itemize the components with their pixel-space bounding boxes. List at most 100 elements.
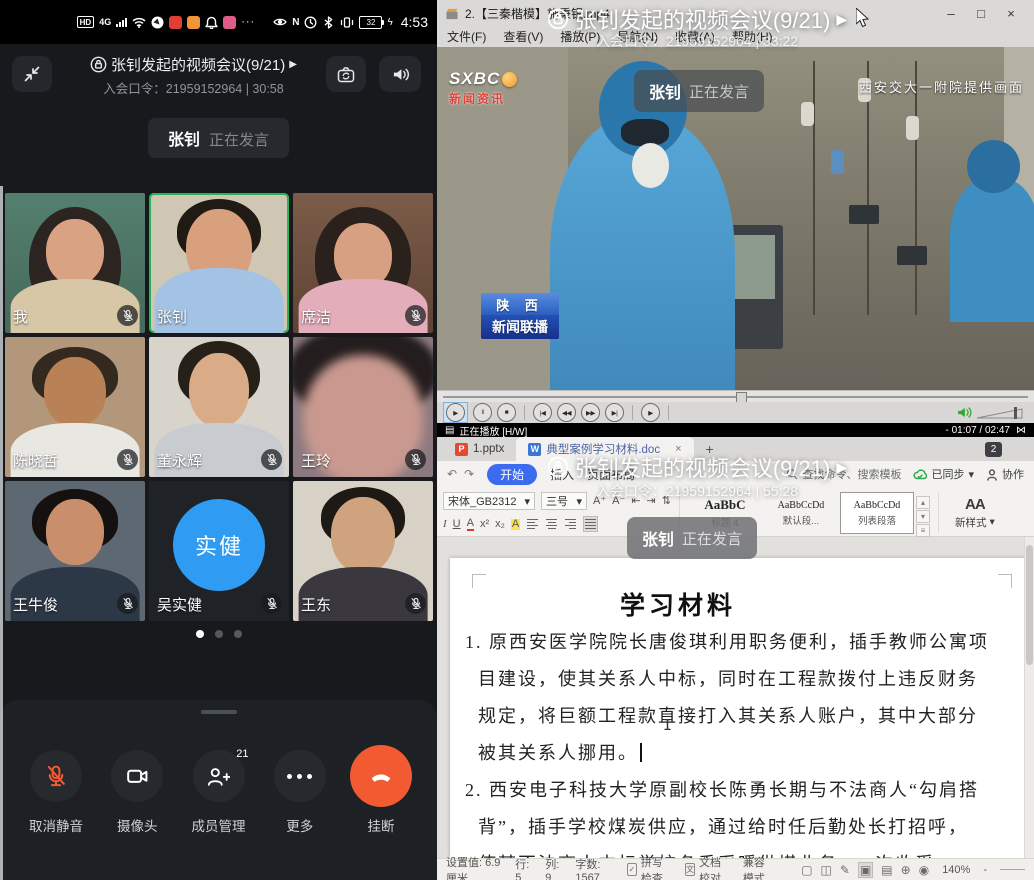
previous-button[interactable]: |◀ <box>533 403 552 422</box>
unmute-button[interactable]: 取消静音 <box>20 750 92 835</box>
scene-iv-bag-shape <box>801 102 814 126</box>
text-caret <box>640 743 642 762</box>
bell-icon <box>205 16 218 29</box>
proofread-button[interactable]: 文 文档校对 <box>685 854 730 880</box>
zoom-level[interactable]: 140% <box>942 864 970 876</box>
participant-tile[interactable]: 我 <box>5 193 145 333</box>
zoom-slider[interactable] <box>1000 869 1025 870</box>
participant-tile-speaking[interactable]: 张钊 <box>149 193 289 333</box>
active-speaker-banner: 张钊 正在发言 <box>634 70 764 112</box>
underline-button[interactable]: U <box>453 519 461 530</box>
column-indicator: 列: 9 <box>545 856 562 880</box>
forward-button[interactable]: ▶▶ <box>581 403 600 422</box>
window-count-badge[interactable]: 2 <box>985 442 1002 457</box>
participant-tile[interactable]: 陈晓哲 <box>5 337 145 477</box>
scrollbar-thumb[interactable] <box>1026 545 1033 665</box>
participant-tile[interactable]: 董永辉 <box>149 337 289 477</box>
scene-pump-shape <box>849 205 879 224</box>
members-button[interactable]: 21 成员管理 <box>183 750 255 835</box>
document-body[interactable]: 1. 原西安医学院院长唐俊琪利用职务便利，插手教师公寓项 目建设，使其关系人中标… <box>465 624 1019 858</box>
new-style-label: 新样式 <box>955 515 987 530</box>
mic-muted-icon <box>405 593 426 614</box>
align-right-button[interactable] <box>564 517 577 531</box>
page-view-icon-active[interactable]: ▣ <box>858 862 873 878</box>
spell-check-label: 拼写检查 <box>641 854 672 880</box>
meeting-passcode: 入会口令：21959152964 | 30:58 <box>60 78 327 97</box>
battery-icon: 32 <box>359 16 382 29</box>
channel-name-bottom: 新闻联播 <box>481 315 559 339</box>
hangup-label: 挂断 <box>368 815 395 835</box>
speaker-output-button[interactable] <box>379 56 421 92</box>
speaker-name: 张钊 <box>642 526 674 550</box>
participant-tile[interactable]: 席洁 <box>293 193 433 333</box>
participant-tile[interactable]: 王牛俊 <box>5 481 145 621</box>
meeting-title: 张钊发起的视频会议(9/21) <box>575 451 830 483</box>
video-viewport[interactable]: SXBC 新闻资讯 西安交大一附院提供画面 张钊 正在发言 陕 西 新闻联播 <box>437 47 1034 390</box>
camera-button[interactable]: 摄像头 <box>101 750 173 835</box>
two-page-view-icon[interactable]: ◫ <box>821 863 832 877</box>
hangup-button[interactable]: 挂断 <box>345 750 417 835</box>
expand-arrow-icon[interactable]: ▶ <box>289 59 297 70</box>
align-left-button[interactable] <box>526 517 539 531</box>
speaker-name: 张钊 <box>649 79 681 103</box>
gallery-expand-icon[interactable]: ≡ <box>916 524 930 537</box>
word-count[interactable]: 字数: 1567 <box>575 856 614 880</box>
eye-protect-icon[interactable]: ◉ <box>919 863 929 877</box>
minimize-meeting-button[interactable] <box>12 56 52 92</box>
play-button-active[interactable]: ▶ <box>443 402 468 423</box>
spell-check-button[interactable]: ✓ 拼写检查 <box>627 854 672 880</box>
window-maximize-button[interactable]: □ <box>966 6 996 21</box>
wps-office-window: P 1.pptx W 典型案例学习材料.doc × + 2 ↶ ↷ 开始 插入 … <box>437 437 1034 880</box>
outline-view-icon[interactable]: ▤ <box>881 863 892 877</box>
italic-button[interactable]: I <box>443 519 447 530</box>
more-notifications-icon: ··· <box>241 16 255 28</box>
mic-muted-icon <box>117 449 138 470</box>
mic-muted-icon <box>261 593 282 614</box>
document-title: 学习材料 <box>620 586 736 622</box>
playing-status-text: 正在播放 [H/W] <box>459 423 527 438</box>
more-button[interactable]: 更多 <box>264 750 336 835</box>
window-close-button[interactable]: × <box>996 6 1026 21</box>
font-color-button[interactable]: A <box>467 518 474 531</box>
chevron-down-icon: ▾ <box>989 516 994 528</box>
participant-tile[interactable]: 王玲 <box>293 337 433 477</box>
volume-slider[interactable] <box>976 406 1028 420</box>
superscript-button[interactable]: x² <box>480 519 489 530</box>
scene-medic-mask-shape <box>632 143 669 188</box>
subscript-button[interactable]: x₂ <box>495 519 505 530</box>
meeting-overlay-passcode: 入会口令：21959152964 | 33:22 <box>437 31 957 51</box>
align-justify-button-active[interactable] <box>583 516 598 532</box>
page-indicator <box>0 630 437 638</box>
scroll-down-icon[interactable]: ▾ <box>916 510 930 523</box>
stop-button[interactable]: ■ <box>497 403 516 422</box>
drag-handle[interactable] <box>201 710 237 714</box>
align-center-button[interactable] <box>545 517 558 531</box>
participant-tile[interactable]: 王东 <box>293 481 433 621</box>
next-button[interactable]: ▶| <box>605 403 624 422</box>
scene-medic-cap-shape <box>967 140 1021 194</box>
participant-name: 董永辉 <box>157 450 202 471</box>
speaker-status: 正在发言 <box>209 129 269 150</box>
document-page[interactable]: 学习材料 1. 原西安医学院院长唐俊琪利用职务便利，插手教师公寓项 目建设，使其… <box>450 558 1025 858</box>
divider <box>524 405 525 420</box>
tv-logo-ball-icon <box>502 72 517 87</box>
rewind-button[interactable]: ◀◀ <box>557 403 576 422</box>
step-button[interactable]: ▶ <box>641 403 660 422</box>
collaborate-button[interactable]: 协作 <box>986 466 1024 482</box>
participant-tile[interactable]: 实健 吴实健 <box>149 481 289 621</box>
pen-mode-icon[interactable]: ✎ <box>840 863 850 877</box>
app-notification-icon <box>169 16 182 29</box>
lock-icon <box>547 8 569 30</box>
zoom-out-button[interactable]: - <box>983 864 987 876</box>
expand-arrow-icon: ▶ <box>836 459 847 476</box>
switch-camera-button[interactable] <box>326 56 366 92</box>
fit-page-icon[interactable]: ▢ <box>801 863 812 877</box>
volume-icon[interactable] <box>956 405 972 420</box>
pause-button[interactable]: ‖ <box>473 403 492 422</box>
highlight-button[interactable]: A <box>511 519 520 530</box>
participant-name: 张钊 <box>157 306 187 327</box>
web-view-icon[interactable]: ⊕ <box>901 863 911 877</box>
meeting-control-sheet: 取消静音 摄像头 21 成员管理 更多 挂断 <box>0 700 437 880</box>
new-style-icon: AA <box>965 496 985 513</box>
vertical-scrollbar[interactable] <box>1024 537 1034 858</box>
